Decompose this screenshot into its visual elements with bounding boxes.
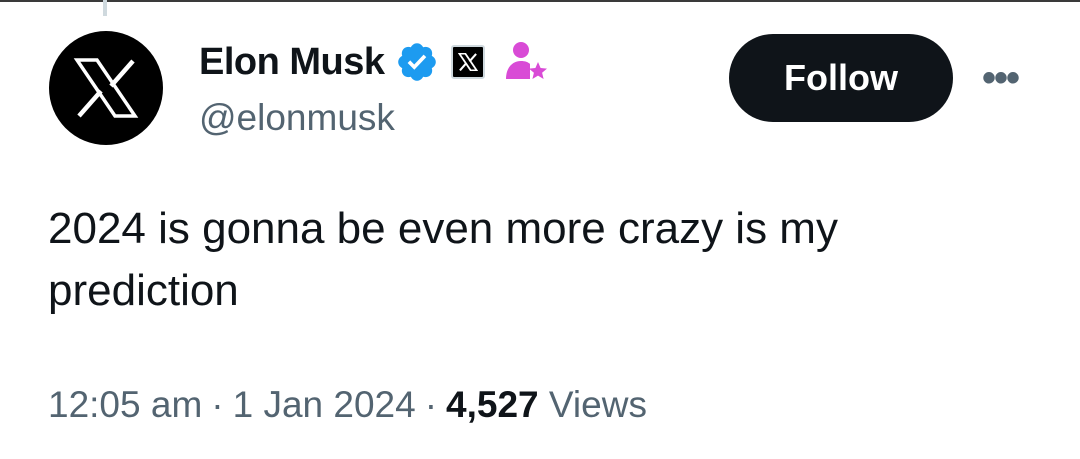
meta-separator: ·: [211, 384, 224, 425]
person-star-icon[interactable]: [503, 39, 549, 85]
views-count: 4,527: [446, 384, 539, 425]
more-options-icon[interactable]: •••: [975, 56, 1025, 100]
author-name-row: Elon Musk: [199, 38, 549, 86]
meta-separator: ·: [424, 384, 438, 425]
tweet-time[interactable]: 12:05 am: [48, 384, 202, 425]
top-divider: [0, 0, 1080, 2]
tweet-meta: 12:05 am · 1 Jan 2024 · 4,527 Views: [48, 380, 647, 430]
author-display-name[interactable]: Elon Musk: [199, 38, 385, 86]
thread-connector-line: [103, 0, 107, 16]
tweet-text: 2024 is gonna be even more crazy is my p…: [48, 204, 838, 315]
follow-button[interactable]: Follow: [729, 34, 953, 122]
x-affiliation-badge-icon[interactable]: [450, 45, 485, 79]
views-label: Views: [548, 384, 647, 425]
verified-badge-icon[interactable]: [395, 40, 439, 84]
avatar[interactable]: [49, 31, 163, 145]
x-logo-icon: [73, 58, 139, 118]
tweet-date[interactable]: 1 Jan 2024: [233, 384, 416, 425]
author-handle[interactable]: @elonmusk: [199, 96, 395, 140]
